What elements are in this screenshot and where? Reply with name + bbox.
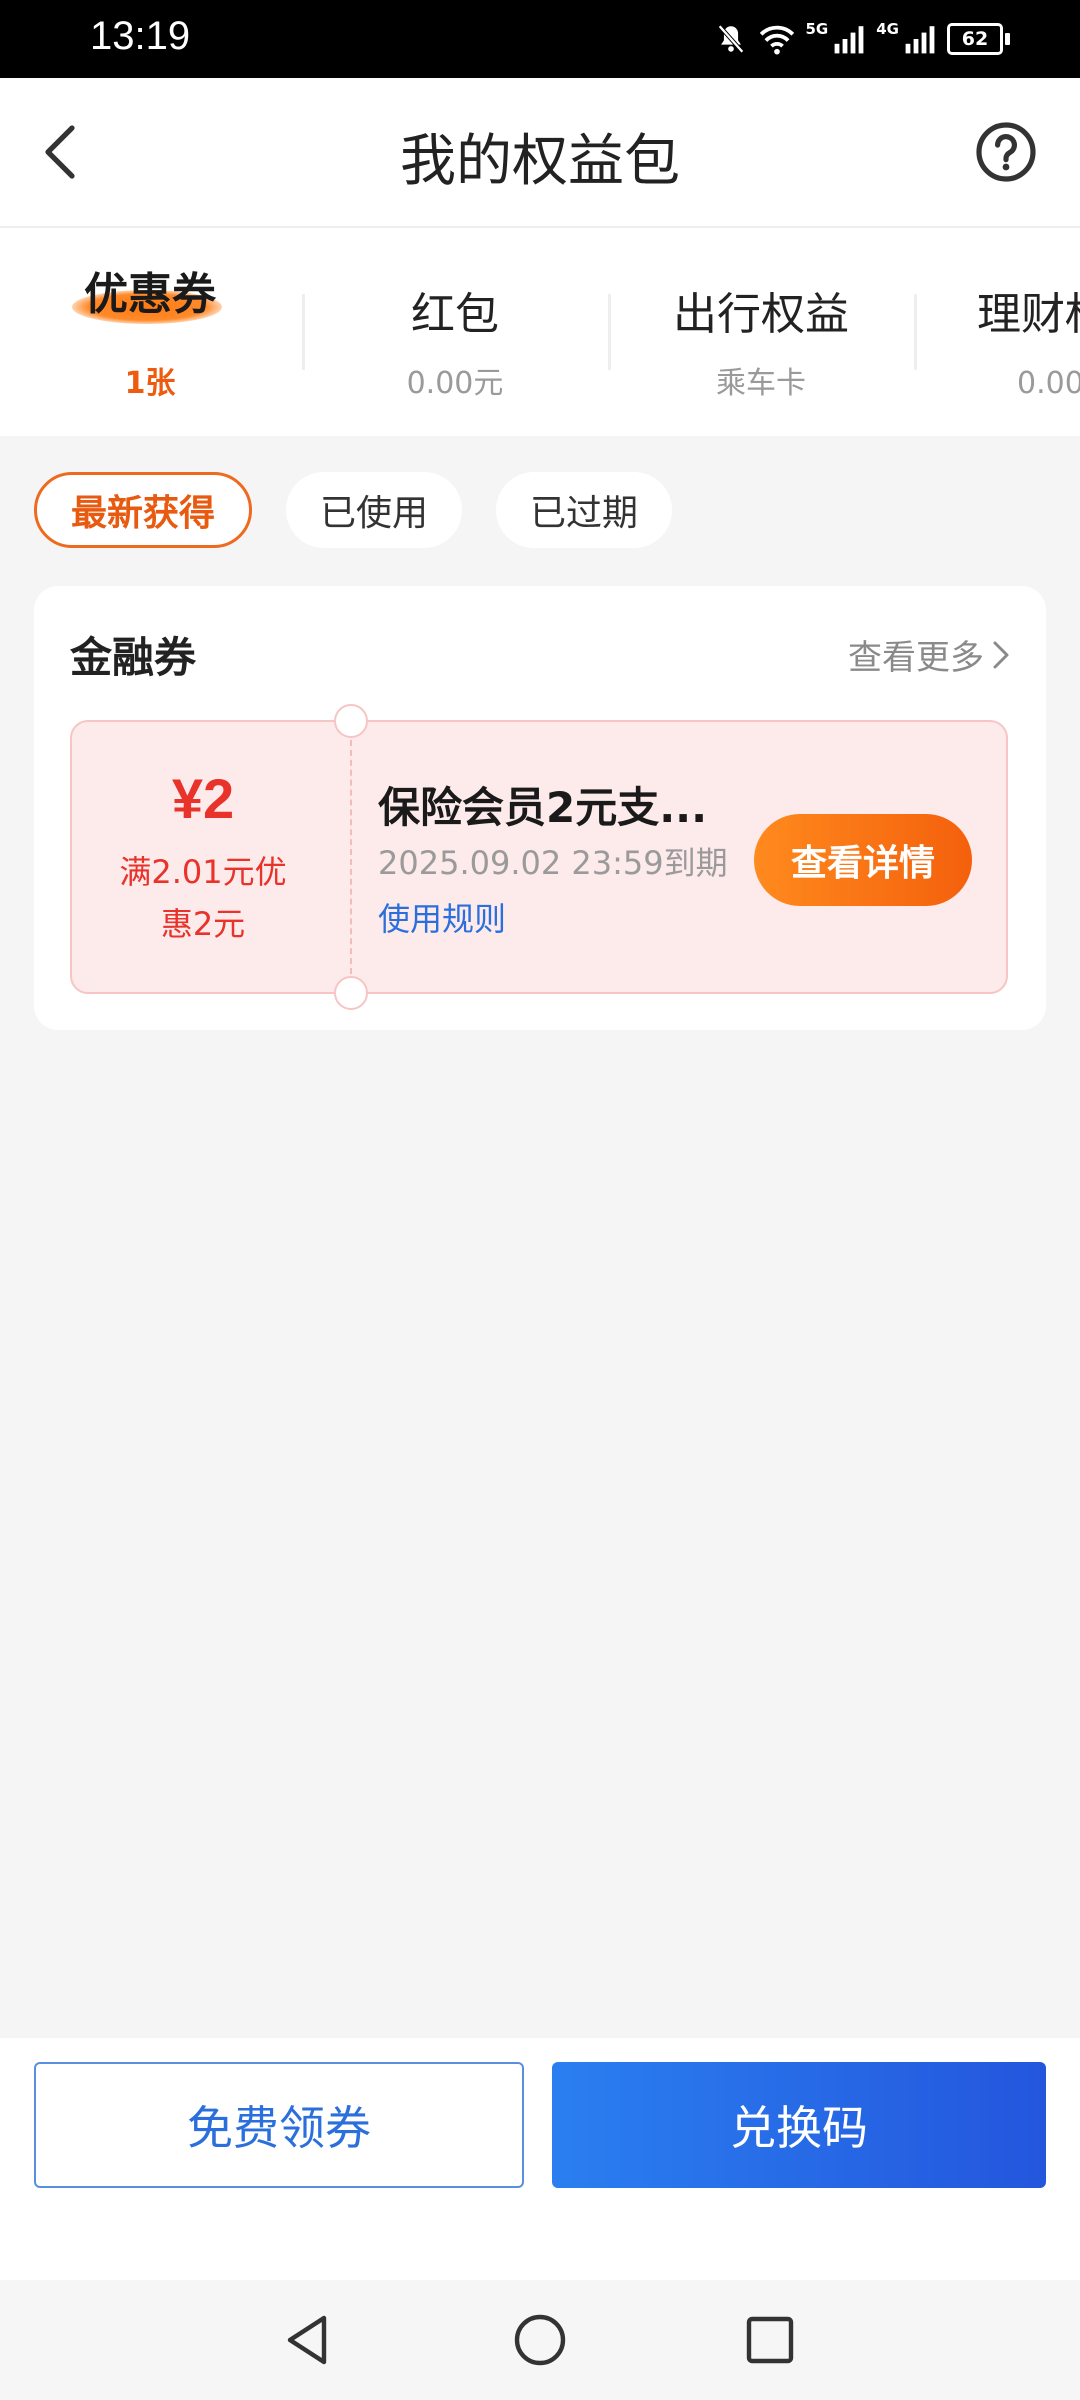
tab-count: 1张 xyxy=(124,366,176,401)
benefit-tabs: 优惠券 1张 红包 0.00元 出行权益 乘车卡 理财权益 0.00元 xyxy=(0,228,1080,436)
coupon-amount: ¥2 xyxy=(171,767,235,830)
see-more-label: 查看更多 xyxy=(848,638,984,678)
filter-row: 最新获得 已使用 已过期 xyxy=(34,472,673,552)
nav-home-icon[interactable] xyxy=(510,2310,570,2370)
coupon-expiry: 2025.09.02 23:59到期 xyxy=(378,844,728,882)
coupon-name: 保险会员2元支... xyxy=(378,783,708,832)
page-title: 我的权益包 xyxy=(400,129,680,194)
tab-coupons[interactable]: 优惠券 1张 xyxy=(0,228,300,436)
tab-sub: 乘车卡 xyxy=(716,366,806,401)
coupon-ticket[interactable]: ¥2 满2.01元优惠2元 保险会员2元支... 2025.09.02 23:5… xyxy=(70,704,1008,1010)
filter-used[interactable]: 已使用 xyxy=(286,472,463,548)
signal-icon xyxy=(834,26,864,54)
tab-label: 红包 xyxy=(411,289,499,340)
ticket-notch xyxy=(334,976,368,1010)
ticket-perforation xyxy=(350,740,352,974)
coupon-condition: 满2.01元优惠2元 xyxy=(119,853,287,943)
tab-wealth-benefits[interactable]: 理财权益 0.00元 xyxy=(917,228,1080,436)
ticket-notch xyxy=(334,704,368,738)
signal2-label: 4G xyxy=(876,20,899,38)
nav-back-icon[interactable] xyxy=(278,2310,338,2370)
filter-expired[interactable]: 已过期 xyxy=(496,472,673,548)
tab-label: 理财权益 xyxy=(977,289,1080,340)
tab-label: 优惠券 xyxy=(84,269,216,320)
signal-icon xyxy=(905,26,935,54)
tab-sub: 0.00元 xyxy=(1017,366,1080,401)
coupon-rules-link[interactable]: 使用规则 xyxy=(378,894,506,940)
chevron-right-icon xyxy=(993,641,1009,668)
nav-recents-icon[interactable] xyxy=(740,2310,800,2370)
question-circle-icon xyxy=(976,122,1036,182)
system-nav-bar xyxy=(0,2280,1080,2400)
tab-red-packets[interactable]: 红包 0.00元 xyxy=(305,228,605,436)
redeem-code-button[interactable]: 兑换码 xyxy=(552,2062,1046,2188)
help-button[interactable] xyxy=(974,120,1038,184)
tab-travel-benefits[interactable]: 出行权益 乘车卡 xyxy=(611,228,911,436)
view-details-button[interactable]: 查看详情 xyxy=(754,814,972,906)
status-bar: 13:19 5G 4G 62 xyxy=(0,0,1080,78)
filter-newest[interactable]: 最新获得 xyxy=(34,472,253,548)
status-icons: 5G 4G 62 xyxy=(714,18,1010,60)
free-coupon-button[interactable]: 免费领券 xyxy=(34,2062,524,2188)
battery-icon: 62 xyxy=(947,23,1003,55)
section-title: 金融券 xyxy=(70,633,197,682)
bell-muted-icon xyxy=(717,24,744,54)
finance-coupon-card: 金融券 查看更多 ¥2 满2.01元优惠2元 保险会员2元支... 2025.0… xyxy=(34,586,1046,1030)
status-time: 13:19 xyxy=(90,14,191,58)
signal1-label: 5G xyxy=(805,20,829,38)
bottom-action-bar: 免费领券 兑换码 xyxy=(0,2038,1080,2280)
header: 我的权益包 xyxy=(0,78,1080,228)
tab-sub: 0.00元 xyxy=(406,366,504,401)
battery-level: 62 xyxy=(961,28,989,50)
see-more-link[interactable]: 查看更多 xyxy=(848,630,1010,679)
wifi-icon xyxy=(759,25,794,55)
tab-label: 出行权益 xyxy=(673,289,849,340)
battery-tip xyxy=(1005,33,1010,45)
coupon-amount-area: ¥2 满2.01元优惠2元 xyxy=(72,722,334,992)
